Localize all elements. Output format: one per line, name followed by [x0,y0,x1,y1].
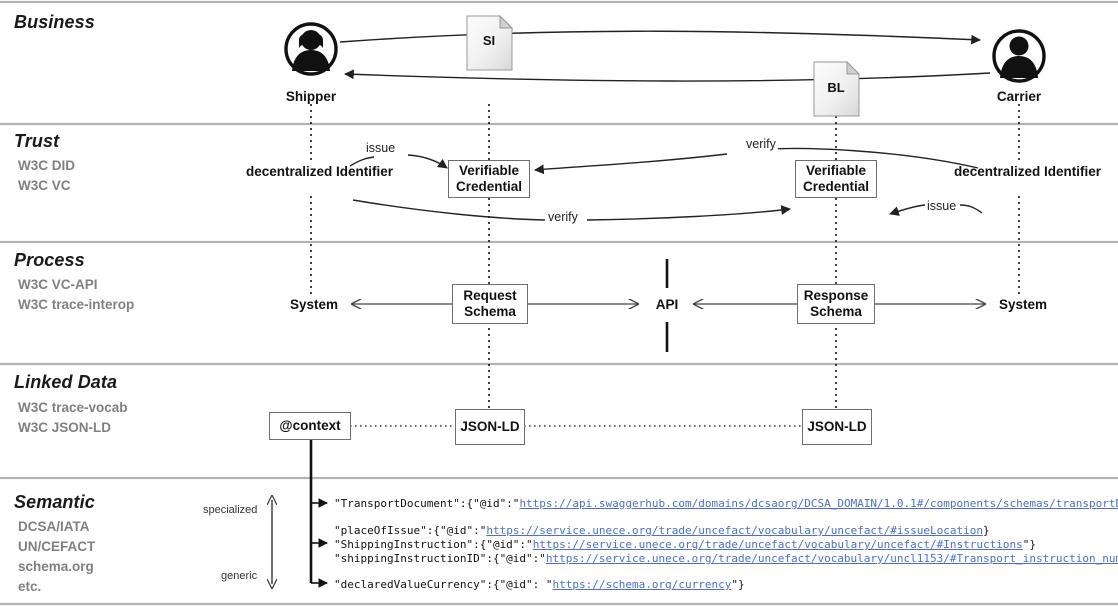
response-schema-node[interactable]: Response Schema [797,284,875,324]
context-label: @context [279,418,341,433]
shipper-label: Shipper [285,89,337,104]
scale-label-generic: generic [221,570,258,582]
standard-item: schema.org [18,559,94,574]
row-title-semantic: Semantic [14,492,95,512]
context-trunk [309,440,328,588]
si-document-label: SI [482,33,496,48]
bl-document-label: BL [827,80,845,95]
row-standards-trust: W3C DID W3C VC [18,156,75,196]
did-right-line1: decentralized [954,164,1041,179]
section-dividers [0,0,1118,606]
decentralized-identifier-right: decentralized Identifier [954,163,1101,180]
row-title-linked-data: Linked Data [14,372,118,392]
jsonld-node-right[interactable]: JSON-LD [802,409,872,445]
api-label: API [655,297,679,312]
standard-item: W3C DID [18,158,75,173]
row-title-trust: Trust [14,131,60,151]
entry-url[interactable]: https://service.unece.org/trade/uncefact… [546,552,1118,565]
entry-suffix: } [983,524,990,537]
entry-suffix: "} [1022,538,1037,551]
row-standards-linked-data: W3C trace-vocab W3C JSON-LD [18,398,128,438]
row-title-process: Process [14,250,85,270]
standard-item: W3C VC-API [18,277,98,292]
semantic-entry-0: "TransportDocument":{"@id":"https://api.… [334,497,1118,510]
semantic-entry-4: "declaredValueCurrency":{"@id": "https:/… [334,578,745,591]
scale-label-specialized: specialized [203,504,258,516]
entry-prefix: "declaredValueCurrency":{"@id": " [334,578,553,591]
standard-item: etc. [18,579,42,594]
verifiable-credential-left[interactable]: Verifiable Credential [448,160,530,198]
edge-label-verify-top: verify [744,137,778,151]
semantic-entry-2: "ShippingInstruction":{"@id":"https://se… [334,538,1036,551]
standard-item: DCSA/IATA [18,519,90,534]
entry-suffix: "} [731,578,745,591]
request-schema-node[interactable]: Request Schema [452,284,528,324]
entry-prefix: "placeOfIssue":{"@id":" [334,524,487,537]
entry-prefix: "TransportDocument":{"@id":" [334,497,520,510]
entry-prefix: "shippingInstructionID":{"@id":" [334,552,546,565]
trust-arrows [349,147,983,221]
standard-item: W3C JSON-LD [18,420,112,435]
edge-label-verify-bottom: verify [546,210,580,224]
jsonld-right-label: JSON-LD [807,419,867,434]
diagram-canvas: Business Trust W3C DID W3C VC Process W3… [0,0,1118,608]
system-left-label: System [289,297,339,312]
did-right-line2: Identifier [1044,164,1102,179]
entry-url[interactable]: https://schema.org/currency [553,578,732,591]
vc-right-line2: Credential [802,179,870,194]
row-standards-process: W3C VC-API W3C trace-interop [18,275,134,315]
entry-url[interactable]: https://service.unece.org/trade/uncefact… [486,524,983,537]
jsonld-left-label: JSON-LD [460,419,520,434]
business-arrows [339,30,991,82]
diagram-vectors [0,0,1118,606]
vc-left-line2: Credential [455,179,523,194]
context-node[interactable]: @context [269,412,351,440]
request-schema-line2: Schema [464,304,516,319]
standard-item: UN/CEFACT [18,539,96,554]
decentralized-identifier-left: decentralized Identifier [246,163,393,180]
standard-item: W3C VC [18,178,71,193]
system-right-label: System [998,297,1048,312]
shipper-avatar-shape [284,22,338,76]
vc-right-line1: Verifiable [805,163,867,178]
entry-url[interactable]: https://api.swaggerhub.com/domains/dcsao… [519,497,1118,510]
row-title-business: Business [14,12,95,32]
response-schema-line2: Schema [810,304,862,319]
carrier-avatar-shape [992,29,1046,83]
semantic-entry-3: "shippingInstructionID":{"@id":"https://… [334,552,1118,565]
verifiable-credential-right[interactable]: Verifiable Credential [795,160,877,198]
carrier-label: Carrier [996,89,1042,104]
semantic-entry-1: "placeOfIssue":{"@id":"https://service.u… [334,524,990,537]
lifelines [310,104,1020,410]
jsonld-node-left[interactable]: JSON-LD [455,409,525,445]
edge-label-issue-right: issue [925,199,959,213]
edge-label-issue-left: issue [364,141,398,155]
entry-url[interactable]: https://service.unece.org/trade/uncefact… [533,538,1023,551]
vc-left-line1: Verifiable [458,163,520,178]
standard-item: W3C trace-interop [18,297,135,312]
entry-prefix: "ShippingInstruction":{"@id":" [334,538,533,551]
response-schema-line1: Response [803,288,869,303]
did-left-line2: Identifier [336,164,394,179]
standard-item: W3C trace-vocab [18,400,128,415]
request-schema-line1: Request [463,288,517,303]
did-left-line1: decentralized [246,164,333,179]
row-standards-semantic: DCSA/IATA UN/CEFACT schema.org etc. [18,517,95,597]
